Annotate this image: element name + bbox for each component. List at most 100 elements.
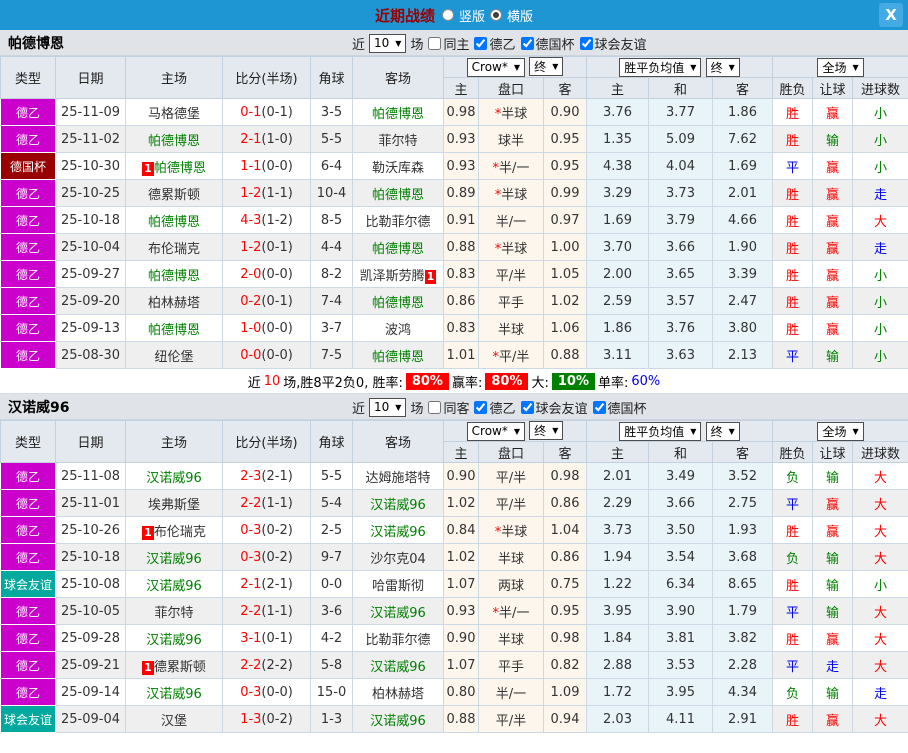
column-subheader: 进球数 [852, 77, 908, 99]
checkbox-icon[interactable] [428, 400, 442, 414]
draw-odds-cell: 4.04 [648, 152, 713, 180]
date-cell: 25-10-18 [55, 206, 126, 234]
final-odds-select[interactable]: 终 ▼ [705, 421, 740, 441]
bookmaker-select[interactable]: Crow* ▼ [466, 421, 526, 441]
match-history-table: 类型 日期 主场 比分(半场) 角球 客场 Crow* ▼ 终 ▼ 胜平负均值 ▼ 终 ▼ 全场 ▼ 主盘口… [0, 56, 908, 369]
team-sections: 帕德博恩近 10 ▼ 场同主 德乙 德国杯 球会友谊 类型 日期 主场 比分(半场) 角球 客场 Crow… [0, 30, 908, 733]
league-cell: 德乙 [0, 678, 56, 706]
checkbox-icon[interactable] [579, 36, 593, 50]
league-cell: 德乙 [0, 651, 56, 679]
fulltime-select[interactable]: 全场 ▼ [817, 57, 864, 77]
goals-result-cell: 走 [852, 233, 908, 261]
horizontal-layout-radio[interactable] [490, 9, 502, 21]
lose-odds-cell: 4.66 [711, 206, 774, 234]
win-odds-cell: 3.70 [586, 233, 649, 261]
win-odds-cell: 1.72 [586, 678, 649, 706]
score-cell: 1-3(0-2) [222, 705, 311, 733]
goals-result-cell: 大 [852, 489, 908, 517]
final-odds-select[interactable]: 终 ▼ [529, 57, 564, 77]
away-odds-cell: 1.09 [543, 678, 587, 706]
close-icon[interactable]: X [879, 3, 903, 27]
filter-checkbox[interactable]: 德国杯 [592, 398, 647, 417]
result-cell: 胜 [772, 624, 814, 652]
score-cell: 2-2(1-1) [222, 597, 311, 625]
filter-checkbox[interactable]: 同客 [427, 398, 469, 417]
date-cell: 25-10-30 [55, 152, 126, 180]
win-odds-cell: 3.29 [586, 179, 649, 207]
home-odds-cell: 0.93 [443, 125, 479, 153]
draw-odds-cell: 3.90 [648, 597, 713, 625]
checkbox-icon[interactable] [428, 36, 442, 50]
column-subheader: 盘口 [478, 441, 544, 463]
result-cell: 胜 [772, 125, 814, 153]
checkbox-icon[interactable] [474, 400, 488, 414]
home-team-cell: 汉诺威96 [125, 462, 223, 490]
checkbox-icon[interactable] [474, 36, 488, 50]
date-cell: 25-10-18 [55, 543, 126, 571]
score-cell: 4-3(1-2) [222, 206, 311, 234]
date-cell: 25-10-04 [55, 233, 126, 261]
filter-bar: 近 10 ▼ 场同主 德乙 德国杯 球会友谊 [352, 30, 647, 56]
vertical-layout-label: 竖版 [458, 9, 485, 25]
column-subheader: 主 [586, 441, 649, 463]
score-cell: 2-0(0-0) [222, 260, 311, 288]
near-label: 近 [352, 401, 366, 417]
chevron-down-icon: ▼ [552, 62, 559, 72]
match-count-select[interactable]: 10 ▼ [369, 33, 407, 53]
handicap-result-cell: 赢 [812, 314, 854, 342]
match-row: 德乙 25-10-26 1 布伦瑞克 0-3(0-2) 2-5 汉诺威96 0.84 *半球 1.… [0, 516, 908, 544]
vertical-layout-radio[interactable] [441, 9, 454, 21]
result-cell: 负 [772, 678, 814, 706]
checkbox-icon[interactable] [520, 400, 534, 414]
score-cell: 2-2(1-1) [222, 489, 311, 517]
league-cell: 德乙 [0, 516, 56, 544]
away-odds-cell: 0.86 [543, 489, 587, 517]
draw-odds-cell: 3.63 [648, 341, 713, 369]
date-cell: 25-11-02 [55, 125, 126, 153]
checkbox-icon[interactable] [592, 400, 606, 414]
home-team-cell: 汉堡 [125, 705, 223, 733]
filter-checkbox[interactable]: 球会友谊 [520, 398, 588, 417]
column-subheader: 客 [711, 77, 774, 99]
win-odds-cell: 1.35 [586, 125, 649, 153]
win-rate-badge: 80% [405, 372, 449, 390]
match-row: 德乙 25-11-02 帕德博恩 2-1(1-0) 5-5 菲尔特 0.93 球半 0.95 1.… [0, 125, 908, 153]
fulltime-select[interactable]: 全场 ▼ [817, 421, 864, 441]
league-cell: 德乙 [0, 179, 56, 207]
away-odds-cell: 0.95 [543, 152, 587, 180]
filter-checkbox[interactable]: 球会友谊 [579, 34, 647, 53]
match-count-select[interactable]: 10 ▼ [369, 397, 407, 417]
handicap-cell: 平/半 [478, 260, 544, 288]
date-cell: 25-10-08 [55, 570, 126, 598]
draw-odds-cell: 3.81 [648, 624, 713, 652]
rank-badge: 1 [424, 269, 437, 284]
filter-checkbox[interactable]: 德国杯 [520, 34, 575, 53]
final-odds-select[interactable]: 终 ▼ [529, 421, 564, 441]
final-odds-select[interactable]: 终 ▼ [705, 57, 740, 77]
match-row: 德乙 25-09-28 汉诺威96 3-1(0-1) 4-2 比勒菲尔德 0.90 半球 0.9… [0, 624, 908, 652]
league-cell: 德乙 [0, 624, 56, 652]
column-subheader: 胜负 [772, 441, 814, 463]
home-odds-cell: 0.84 [443, 516, 479, 544]
column-subheader: 胜负 [772, 77, 814, 99]
match-row: 德乙 25-09-14 汉诺威96 0-3(0-0) 15-0 柏林赫塔 0.80 半/一 1.… [0, 678, 908, 706]
checkbox-icon[interactable] [520, 36, 534, 50]
bookmaker-select[interactable]: Crow* ▼ [466, 57, 526, 77]
filter-checkbox[interactable]: 德乙 [473, 398, 516, 417]
filter-checkbox[interactable]: 同主 [427, 34, 469, 53]
away-odds-cell: 0.75 [543, 570, 587, 598]
corners-cell: 3-7 [310, 314, 353, 342]
match-row: 德乙 25-09-27 帕德博恩 2-0(0-0) 8-2 凯泽斯劳腾 1 0.83 平/半 1.… [0, 260, 908, 288]
match-row: 德乙 25-11-01 埃弗斯堡 2-2(1-1) 5-4 汉诺威96 1.02 平/半 0.8… [0, 489, 908, 517]
filter-checkbox[interactable]: 德乙 [473, 34, 516, 53]
draw-odds-cell: 3.54 [648, 543, 713, 571]
corners-cell: 5-5 [310, 125, 353, 153]
away-team-cell: 汉诺威96 [352, 516, 444, 544]
date-cell: 25-09-28 [55, 624, 126, 652]
wdl-average-select[interactable]: 胜平负均值 ▼ [619, 57, 702, 77]
home-team-cell: 1 布伦瑞克 [125, 516, 223, 544]
handicap-result-cell: 赢 [812, 98, 854, 126]
column-subheader: 和 [648, 77, 713, 99]
away-team-cell: 柏林赫塔 [352, 678, 444, 706]
wdl-average-select[interactable]: 胜平负均值 ▼ [619, 421, 702, 441]
